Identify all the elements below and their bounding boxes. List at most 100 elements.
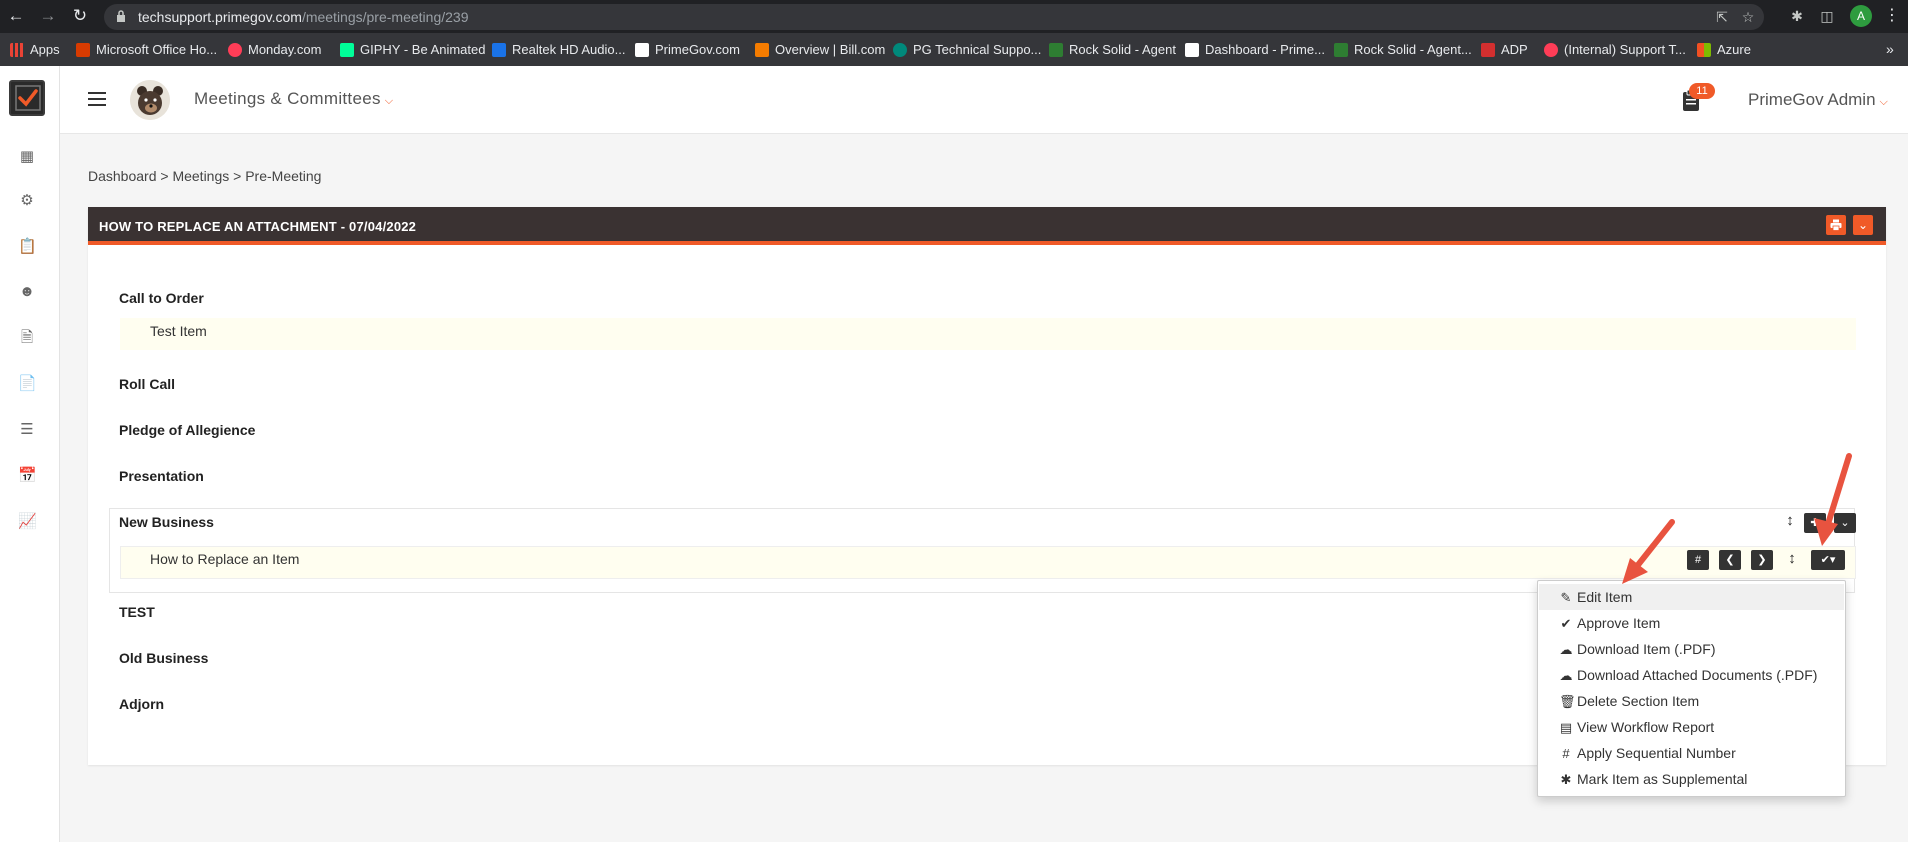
menu-workflow-report[interactable]: ▤ View Workflow Report (1539, 714, 1844, 740)
bookmark-item[interactable]: Realtek HD Audio... (492, 41, 625, 59)
browser-toolbar: ← → ↻ techsupport.primegov.com/meetings/… (0, 0, 1908, 33)
move-item-icon[interactable]: ↕ (1787, 549, 1797, 569)
menu-download-item[interactable]: ☁ Download Item (.PDF) (1539, 636, 1844, 662)
plus-icon: ✚ (1810, 517, 1820, 529)
app-logo[interactable] (9, 80, 45, 116)
menu-edit-item[interactable]: ✎ Edit Item (1539, 584, 1844, 610)
bookmark-apps[interactable]: Apps (10, 41, 60, 59)
print-icon (1830, 219, 1842, 231)
agenda-item-title[interactable]: Test Item (150, 323, 207, 339)
bookmark-item[interactable]: PrimeGov.com (635, 41, 740, 59)
list-icon[interactable]: ☰ (18, 421, 36, 439)
lock-icon (117, 10, 125, 22)
edit-icon: ✎ (1560, 590, 1572, 605)
section-new-business[interactable]: New Business (119, 514, 214, 530)
bookmark-item[interactable]: PG Technical Suppo... (893, 41, 1041, 59)
share-icon[interactable]: ⇱ (1714, 9, 1730, 25)
section-test[interactable]: TEST (119, 604, 155, 620)
chart-line-icon[interactable]: 📈 (18, 513, 37, 531)
bookmark-item[interactable]: Microsoft Office Ho... (76, 41, 217, 59)
dashboard-icon[interactable]: ▦ (18, 148, 36, 166)
chrome-menu-icon[interactable]: ⋮ (1884, 6, 1900, 26)
bookmark-item[interactable]: Rock Solid - Agent... (1334, 41, 1472, 59)
indent-button[interactable]: ❯ (1751, 550, 1773, 570)
trash-icon: 🗑 (1559, 694, 1576, 709)
bookmark-item[interactable]: Rock Solid - Agent (1049, 41, 1176, 59)
module-selector[interactable]: Meetings & Committees ⌵ (194, 89, 393, 109)
section-adjorn[interactable]: Adjorn (119, 696, 164, 712)
chevron-down-icon: ⌵ (1879, 96, 1888, 108)
asterisk-icon: ✱ (1560, 772, 1572, 787)
menu-sequential-number[interactable]: # Apply Sequential Number (1539, 740, 1844, 766)
document-icon[interactable]: 🗎 (18, 329, 36, 347)
address-bar[interactable]: techsupport.primegov.com/meetings/pre-me… (104, 4, 1764, 30)
section-old-business[interactable]: Old Business (119, 650, 208, 666)
clipboard-icon[interactable]: 📋 (18, 238, 37, 256)
bookmark-item[interactable]: Azure (1697, 41, 1751, 59)
check-icon: ✔ (1560, 616, 1572, 631)
section-pledge[interactable]: Pledge of Allegience (119, 422, 255, 438)
calendar-icon[interactable]: 📅 (18, 467, 37, 485)
adp-icon (1481, 43, 1495, 57)
item-options-dropdown: ✎ Edit Item ✔ Approve Item ☁ Download Item … (1537, 580, 1846, 797)
side-panel-icon[interactable]: ◫ (1818, 7, 1836, 25)
section-presentation[interactable]: Presentation (119, 468, 204, 484)
file-icon[interactable]: 📄 (18, 375, 37, 393)
bookmarks-bar: Apps Microsoft Office Ho... Monday.com G… (0, 33, 1908, 66)
app-sidebar: ▦ ⚙ 📋 ☻ 🗎 📄 ☰ 📅 📈 (0, 66, 60, 842)
monday-icon (228, 43, 242, 57)
back-icon[interactable]: ← (6, 6, 26, 26)
bookmark-item[interactable]: (Internal) Support T... (1544, 41, 1686, 59)
hamburger-menu-icon[interactable] (88, 92, 106, 106)
cloud-download-icon: ☁ (1559, 642, 1573, 657)
profile-avatar[interactable]: A (1850, 5, 1872, 27)
check-logo-icon (15, 85, 41, 111)
rock-solid-icon (1049, 43, 1063, 57)
extensions-icon[interactable]: ✱ (1788, 7, 1806, 25)
menu-delete-item[interactable]: 🗑Delete Section Item (1539, 688, 1844, 714)
breadcrumb[interactable]: Dashboard > Meetings > Pre-Meeting (88, 168, 321, 184)
meeting-title: HOW TO REPLACE AN ATTACHMENT - 07/04/202… (99, 219, 417, 234)
bookmark-item[interactable]: GIPHY - Be Animated (340, 41, 486, 59)
bookmark-item[interactable]: Overview | Bill.com (755, 41, 885, 59)
billcom-icon (755, 43, 769, 57)
office-icon (76, 43, 90, 57)
check-caret-icon: ✔▾ (1820, 554, 1836, 566)
menu-approve-item[interactable]: ✔ Approve Item (1539, 610, 1844, 636)
bear-mascot-logo (130, 80, 170, 120)
reload-icon[interactable]: ↻ (70, 6, 90, 26)
primegov-icon (635, 43, 649, 57)
agenda-item-row[interactable] (120, 318, 1856, 350)
move-section-icon[interactable]: ↕ (1785, 511, 1795, 531)
primegov-icon (1185, 43, 1199, 57)
section-call-to-order[interactable]: Call to Order (119, 290, 204, 306)
realtek-icon (492, 43, 506, 57)
section-options-button[interactable]: ⌄ (1834, 513, 1856, 533)
more-bookmarks-icon[interactable]: » (1886, 41, 1894, 57)
user-menu[interactable]: PrimeGov Admin ⌵ (1748, 90, 1888, 110)
chevron-down-icon: ⌄ (1857, 218, 1869, 232)
agenda-item-title[interactable]: How to Replace an Item (150, 551, 299, 567)
agenda-item-row[interactable] (120, 546, 1856, 579)
users-icon[interactable]: ☻ (18, 283, 36, 301)
menu-mark-supplemental[interactable]: ✱ Mark Item as Supplemental (1539, 766, 1844, 792)
settings-icon[interactable]: ⚙ (18, 192, 36, 210)
report-icon: ▤ (1559, 720, 1573, 735)
bookmark-item[interactable]: ADP (1481, 41, 1528, 59)
item-number-button[interactable]: # (1687, 550, 1709, 570)
apps-grid-icon (10, 43, 24, 57)
outdent-button[interactable]: ❮ (1719, 550, 1741, 570)
print-button[interactable] (1826, 215, 1846, 235)
panel-collapse-button[interactable]: ⌄ (1853, 215, 1873, 235)
item-options-button[interactable]: ✔▾ (1811, 550, 1845, 570)
support-icon (893, 43, 907, 57)
notification-badge: 11 (1689, 83, 1715, 99)
forward-icon[interactable]: → (38, 6, 58, 26)
bookmark-item[interactable]: Dashboard - Prime... (1185, 41, 1325, 59)
bookmark-star-icon[interactable]: ☆ (1740, 9, 1756, 25)
menu-download-attachments[interactable]: ☁ Download Attached Documents (.PDF) (1539, 662, 1844, 688)
section-roll-call[interactable]: Roll Call (119, 376, 175, 392)
bookmark-item[interactable]: Monday.com (228, 41, 321, 59)
chevron-right-icon: ❯ (1757, 554, 1767, 566)
add-item-button[interactable]: ✚ (1804, 513, 1826, 533)
